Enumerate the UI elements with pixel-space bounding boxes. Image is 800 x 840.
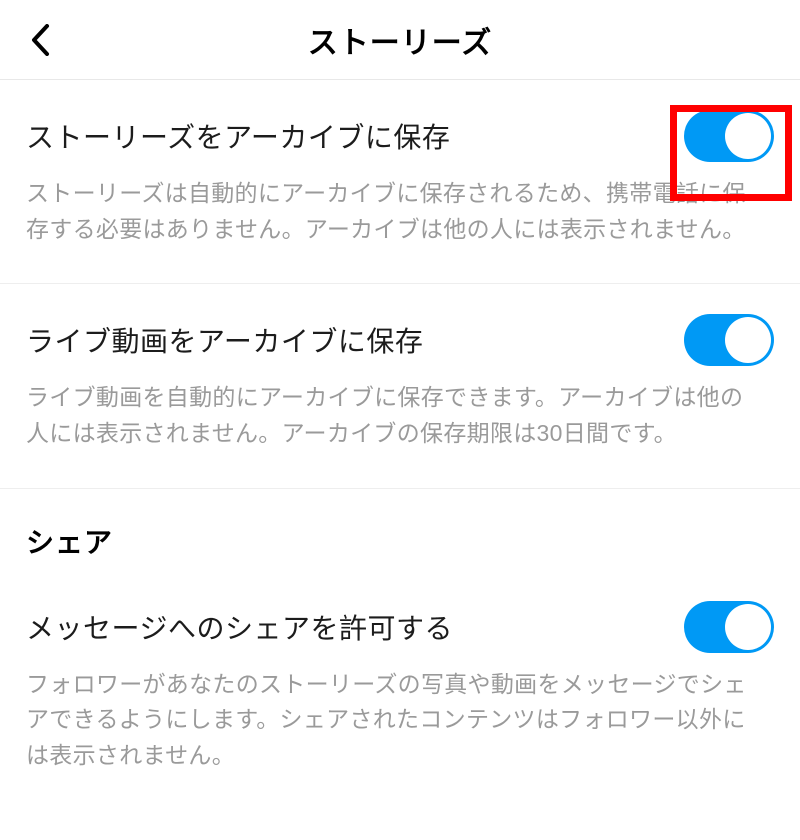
setting-desc-archive-stories: ストーリーズは自動的にアーカイブに保存されるため、携帯電話に保存する必要はありま… bbox=[26, 176, 774, 247]
share-section: シェア メッセージへのシェアを許可する フォロワーがあなたのストーリーズの写真や… bbox=[0, 489, 800, 778]
page-title: ストーリーズ bbox=[20, 18, 780, 62]
setting-title-archive-stories: ストーリーズをアーカイブに保存 bbox=[26, 116, 450, 156]
setting-desc-message-share: フォロワーがあなたのストーリーズの写真や動画をメッセージでシェアできるようにしま… bbox=[26, 667, 774, 774]
toggle-archive-stories[interactable] bbox=[684, 110, 774, 162]
toggle-knob bbox=[725, 317, 771, 363]
back-button[interactable] bbox=[24, 23, 58, 57]
toggle-knob bbox=[725, 113, 771, 159]
toggle-knob bbox=[725, 604, 771, 650]
setting-archive-live: ライブ動画をアーカイブに保存 ライブ動画を自動的にアーカイブに保存できます。アー… bbox=[0, 284, 800, 488]
section-header-share: シェア bbox=[26, 521, 774, 561]
settings-content: ストーリーズをアーカイブに保存 ストーリーズは自動的にアーカイブに保存されるため… bbox=[0, 80, 800, 777]
toggle-message-share[interactable] bbox=[684, 601, 774, 653]
toggle-archive-live[interactable] bbox=[684, 314, 774, 366]
setting-desc-archive-live: ライブ動画を自動的にアーカイブに保存できます。アーカイブは他の人には表示されませ… bbox=[26, 380, 774, 451]
setting-title-archive-live: ライブ動画をアーカイブに保存 bbox=[26, 320, 423, 360]
setting-title-message-share: メッセージへのシェアを許可する bbox=[26, 607, 453, 647]
setting-archive-stories: ストーリーズをアーカイブに保存 ストーリーズは自動的にアーカイブに保存されるため… bbox=[0, 80, 800, 284]
header-bar: ストーリーズ bbox=[0, 0, 800, 80]
chevron-left-icon bbox=[30, 24, 52, 56]
